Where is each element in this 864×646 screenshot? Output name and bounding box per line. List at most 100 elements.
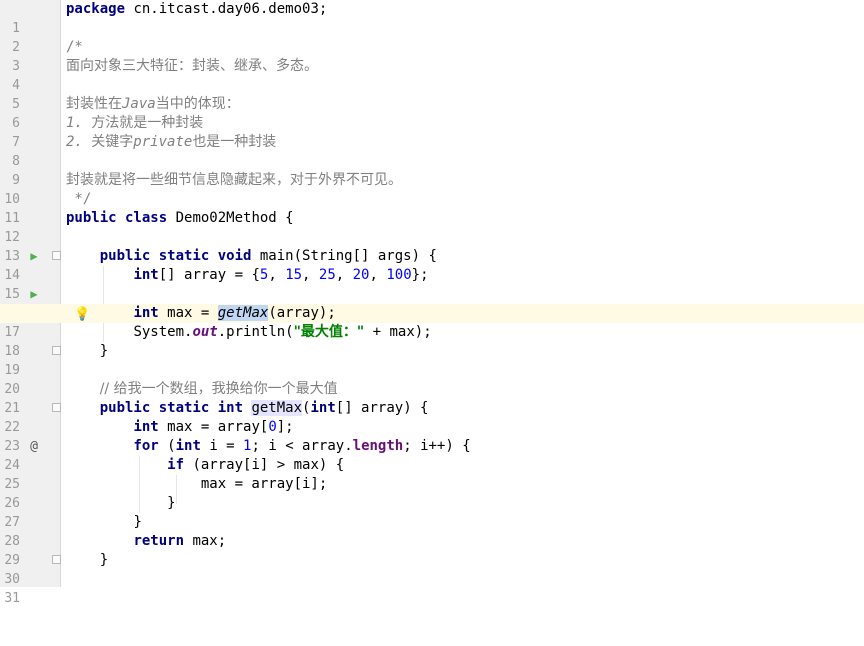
- fold-icon[interactable]: [52, 403, 61, 412]
- code-line[interactable]: 24 for (int i = 1; i < array.length; i++…: [0, 437, 864, 473]
- code-text: (: [158, 438, 176, 454]
- code-line[interactable]: 27 }: [0, 494, 864, 530]
- code-text: cn.itcast.day06.demo03;: [125, 1, 328, 17]
- comment-text: 1.: [66, 115, 92, 131]
- code-editor[interactable]: 1 package cn.itcast.day06.demo03; 2 3 /*…: [0, 0, 864, 606]
- comment-text: 关键字: [91, 134, 134, 150]
- keyword: for: [133, 438, 159, 454]
- code-text: .println(: [217, 324, 294, 340]
- code-text: main(String[] args) {: [251, 248, 437, 264]
- code-text: ; i++) {: [403, 438, 471, 454]
- keyword: int: [310, 400, 336, 416]
- keyword: if: [167, 457, 185, 473]
- code-text: (array);: [268, 305, 336, 321]
- code-line[interactable]: 21 // 给我一个数组，我换给你一个最大值: [0, 380, 864, 416]
- code-line[interactable]: 12 ▶ public class Demo02Method {: [0, 209, 864, 263]
- code-text: }: [167, 495, 176, 511]
- comment-text: 面向对象三大特征：封装、继承、多态。: [66, 58, 318, 74]
- code-text: max;: [184, 533, 227, 549]
- code-line[interactable]: 14 ▶ public static void main(String[] ar…: [0, 247, 864, 301]
- keyword: int: [133, 419, 159, 435]
- comment-text: 2.: [66, 134, 92, 150]
- code-line[interactable]: 6 封装性在Java当中的体现：: [0, 95, 864, 131]
- static-field: out: [192, 324, 218, 340]
- keyword: public static void: [99, 248, 252, 264]
- string-literal: "最大值：": [293, 324, 365, 340]
- code-line[interactable]: 16: [0, 285, 864, 321]
- fold-icon[interactable]: [52, 346, 61, 355]
- code-line[interactable]: 5: [0, 76, 864, 112]
- code-line[interactable]: 9: [0, 152, 864, 188]
- number: 100: [386, 267, 412, 283]
- code-line[interactable]: 10 封装就是将一些细节信息隐藏起来，对于外界不可见。: [0, 171, 864, 207]
- code-text: ];: [276, 419, 294, 435]
- code-text: max =: [158, 305, 218, 321]
- keyword: return: [133, 533, 185, 549]
- code-line[interactable]: 8 2. 关键字private也是一种封装: [0, 133, 864, 169]
- code-text: Demo02Method {: [167, 210, 294, 226]
- field: length: [352, 438, 404, 454]
- method-declaration: getMax: [251, 400, 303, 416]
- code-text: [] array = {: [158, 267, 260, 283]
- code-line[interactable]: 13: [0, 228, 864, 264]
- code-line[interactable]: 26 max = array[i];: [0, 475, 864, 511]
- code-line[interactable]: 28 }: [0, 513, 864, 549]
- code-text: ,: [369, 267, 387, 283]
- code-text: ,: [268, 267, 286, 283]
- code-line[interactable]: 7 1. 方法就是一种封装: [0, 114, 864, 150]
- code-text: + max);: [364, 324, 432, 340]
- code-text: };: [411, 267, 429, 283]
- code-line[interactable]: 2: [0, 19, 864, 55]
- code-text: }: [133, 514, 142, 530]
- code-text: System.: [133, 324, 193, 340]
- keyword: int: [175, 438, 201, 454]
- code-text: i =: [200, 438, 244, 454]
- code-text: max = array[: [158, 419, 269, 435]
- comment-text: private: [133, 134, 193, 150]
- comment-text: 方法就是一种封装: [91, 115, 204, 131]
- comment-text: 当中的体现：: [155, 96, 240, 112]
- code-text: }: [99, 343, 109, 359]
- code-line[interactable]: 3 /*: [0, 38, 864, 74]
- code-line[interactable]: 19 }: [0, 342, 864, 378]
- code-text: ,: [335, 267, 353, 283]
- line-number: 31: [4, 591, 20, 606]
- number: 25: [318, 267, 336, 283]
- fold-icon[interactable]: [52, 251, 61, 260]
- code-line[interactable]: 15 int[] array = {5, 15, 25, 20, 100};: [0, 266, 864, 302]
- number: 0: [268, 419, 277, 435]
- code-text: max = array[i];: [200, 476, 328, 492]
- code-line[interactable]: 23 int max = array[0];: [0, 418, 864, 454]
- number: 20: [352, 267, 370, 283]
- code-line[interactable]: 18 System.out.println("最大值：" + max);: [0, 323, 864, 359]
- code-line[interactable]: 11 */: [0, 190, 864, 226]
- current-code-line[interactable]: 17 💡 int max = getMax(array);: [0, 304, 864, 340]
- code-line[interactable]: 25 if (array[i] > max) {: [0, 456, 864, 492]
- code-text: (array[i] > max) {: [184, 457, 345, 473]
- keyword: public class: [66, 210, 168, 226]
- selected-method-call[interactable]: getMax: [217, 305, 269, 321]
- code-line[interactable]: 20: [0, 361, 864, 397]
- keyword: int: [133, 305, 159, 321]
- comment-text: */: [66, 191, 92, 207]
- code-line[interactable]: 29 return max;: [0, 532, 864, 568]
- code-text: ; i < array.: [251, 438, 353, 454]
- code-line[interactable]: 31: [0, 570, 864, 606]
- comment-text: // 给我一个数组，我换给你一个最大值: [99, 381, 338, 397]
- code-text: }: [99, 552, 109, 568]
- code-text: [] array) {: [335, 400, 429, 416]
- code-line[interactable]: 30 }: [0, 551, 864, 587]
- code-line[interactable]: 4 面向对象三大特征：封装、继承、多态。: [0, 57, 864, 93]
- comment-text: Java: [122, 96, 156, 112]
- number: 15: [285, 267, 303, 283]
- code-text: ,: [302, 267, 319, 283]
- code-line[interactable]: 22 @ public static int getMax(int[] arra…: [0, 399, 864, 454]
- fold-icon[interactable]: [52, 555, 61, 564]
- comment-text: /*: [66, 39, 83, 55]
- keyword: package: [66, 1, 126, 17]
- comment-text: 封装就是将一些细节信息隐藏起来，对于外界不可见。: [66, 172, 402, 188]
- comment-text: 封装性在: [66, 96, 122, 112]
- code-line[interactable]: 1 package cn.itcast.day06.demo03;: [0, 0, 864, 36]
- comment-text: 也是一种封装: [192, 134, 277, 150]
- keyword: public static int: [99, 400, 244, 416]
